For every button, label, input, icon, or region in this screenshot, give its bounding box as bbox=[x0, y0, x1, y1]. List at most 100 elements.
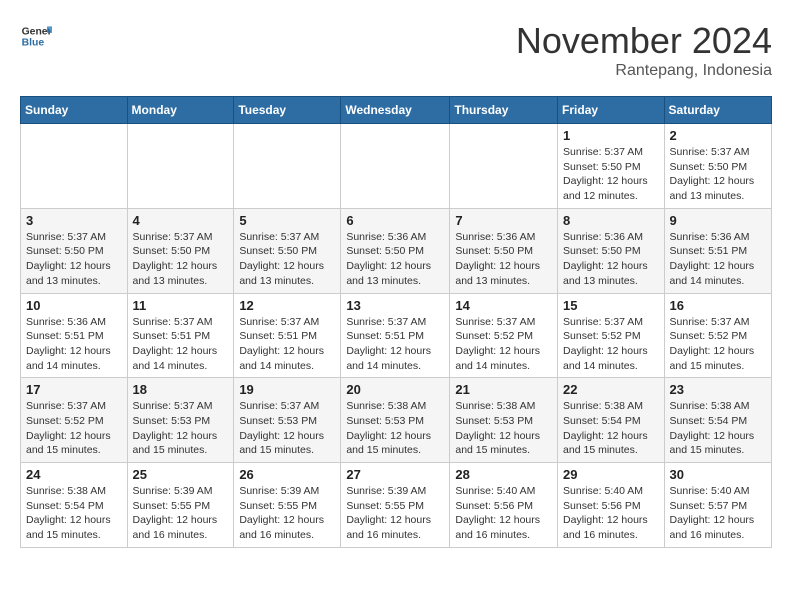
day-info: Sunrise: 5:37 AMSunset: 5:53 PMDaylight:… bbox=[239, 399, 335, 458]
day-number: 18 bbox=[133, 382, 229, 397]
calendar-cell: 30 Sunrise: 5:40 AMSunset: 5:57 PMDayligh… bbox=[664, 463, 771, 548]
calendar-cell: 24 Sunrise: 5:38 AMSunset: 5:54 PMDayligh… bbox=[21, 463, 128, 548]
day-info: Sunrise: 5:37 AMSunset: 5:50 PMDaylight:… bbox=[239, 230, 335, 289]
day-of-week-header: Thursday bbox=[450, 97, 558, 124]
calendar-cell: 2 Sunrise: 5:37 AMSunset: 5:50 PMDaylight… bbox=[664, 124, 771, 209]
day-info: Sunrise: 5:37 AMSunset: 5:50 PMDaylight:… bbox=[26, 230, 122, 289]
calendar-cell bbox=[127, 124, 234, 209]
svg-text:Blue: Blue bbox=[22, 38, 45, 49]
day-number: 13 bbox=[346, 298, 444, 313]
calendar-cell: 7 Sunrise: 5:36 AMSunset: 5:50 PMDaylight… bbox=[450, 208, 558, 293]
day-info: Sunrise: 5:36 AMSunset: 5:51 PMDaylight:… bbox=[26, 315, 122, 374]
calendar-cell bbox=[21, 124, 128, 209]
day-info: Sunrise: 5:38 AMSunset: 5:54 PMDaylight:… bbox=[670, 399, 766, 458]
day-info: Sunrise: 5:37 AMSunset: 5:51 PMDaylight:… bbox=[239, 315, 335, 374]
day-info: Sunrise: 5:36 AMSunset: 5:50 PMDaylight:… bbox=[563, 230, 659, 289]
day-number: 9 bbox=[670, 213, 766, 228]
calendar-cell: 16 Sunrise: 5:37 AMSunset: 5:52 PMDayligh… bbox=[664, 293, 771, 378]
day-number: 19 bbox=[239, 382, 335, 397]
calendar-cell: 26Sunrise: 5:39 AMSunset: 5:55 PMDayligh… bbox=[234, 463, 341, 548]
day-number: 8 bbox=[563, 213, 659, 228]
calendar-cell: 25 Sunrise: 5:39 AMSunset: 5:55 PMDayligh… bbox=[127, 463, 234, 548]
day-number: 28 bbox=[455, 467, 552, 482]
day-number: 16 bbox=[670, 298, 766, 313]
day-info: Sunrise: 5:36 AMSunset: 5:51 PMDaylight:… bbox=[670, 230, 766, 289]
day-info: Sunrise: 5:39 AMSunset: 5:55 PMDaylight:… bbox=[133, 484, 229, 543]
day-number: 2 bbox=[670, 128, 766, 143]
calendar-cell: 13 Sunrise: 5:37 AMSunset: 5:51 PMDayligh… bbox=[341, 293, 450, 378]
calendar-cell: 11 Sunrise: 5:37 AMSunset: 5:51 PMDayligh… bbox=[127, 293, 234, 378]
day-number: 12 bbox=[239, 298, 335, 313]
day-info: Sunrise: 5:36 AMSunset: 5:50 PMDaylight:… bbox=[346, 230, 444, 289]
day-number: 21 bbox=[455, 382, 552, 397]
day-number: 22 bbox=[563, 382, 659, 397]
day-info: Sunrise: 5:38 AMSunset: 5:54 PMDaylight:… bbox=[563, 399, 659, 458]
day-info: Sunrise: 5:37 AMSunset: 5:50 PMDaylight:… bbox=[133, 230, 229, 289]
location: Rantepang, Indonesia bbox=[516, 62, 772, 80]
day-number: 10 bbox=[26, 298, 122, 313]
day-info: Sunrise: 5:37 AMSunset: 5:51 PMDaylight:… bbox=[346, 315, 444, 374]
day-of-week-header: Saturday bbox=[664, 97, 771, 124]
calendar-cell: 21 Sunrise: 5:38 AMSunset: 5:53 PMDayligh… bbox=[450, 378, 558, 463]
month-title: November 2024 bbox=[516, 20, 772, 62]
day-info: Sunrise: 5:37 AMSunset: 5:50 PMDaylight:… bbox=[670, 145, 766, 204]
calendar-cell: 9 Sunrise: 5:36 AMSunset: 5:51 PMDaylight… bbox=[664, 208, 771, 293]
day-number: 20 bbox=[346, 382, 444, 397]
calendar-cell: 6 Sunrise: 5:36 AMSunset: 5:50 PMDaylight… bbox=[341, 208, 450, 293]
logo: General Blue bbox=[20, 20, 52, 52]
day-number: 25 bbox=[133, 467, 229, 482]
day-number: 30 bbox=[670, 467, 766, 482]
day-of-week-header: Sunday bbox=[21, 97, 128, 124]
calendar-cell bbox=[341, 124, 450, 209]
day-info: Sunrise: 5:39 AMSunset: 5:55 PMDaylight:… bbox=[346, 484, 444, 543]
day-info: Sunrise: 5:38 AMSunset: 5:53 PMDaylight:… bbox=[346, 399, 444, 458]
calendar-cell: 14 Sunrise: 5:37 AMSunset: 5:52 PMDayligh… bbox=[450, 293, 558, 378]
day-number: 17 bbox=[26, 382, 122, 397]
day-info: Sunrise: 5:40 AMSunset: 5:56 PMDaylight:… bbox=[563, 484, 659, 543]
day-of-week-header: Wednesday bbox=[341, 97, 450, 124]
calendar-cell: 19 Sunrise: 5:37 AMSunset: 5:53 PMDayligh… bbox=[234, 378, 341, 463]
day-info: Sunrise: 5:37 AMSunset: 5:51 PMDaylight:… bbox=[133, 315, 229, 374]
calendar-cell: 10 Sunrise: 5:36 AMSunset: 5:51 PMDayligh… bbox=[21, 293, 128, 378]
day-info: Sunrise: 5:40 AMSunset: 5:57 PMDaylight:… bbox=[670, 484, 766, 543]
logo-icon: General Blue bbox=[20, 20, 52, 52]
calendar-table: SundayMondayTuesdayWednesdayThursdayFrid… bbox=[20, 96, 772, 548]
day-info: Sunrise: 5:38 AMSunset: 5:53 PMDaylight:… bbox=[455, 399, 552, 458]
calendar-cell: 17 Sunrise: 5:37 AMSunset: 5:52 PMDayligh… bbox=[21, 378, 128, 463]
page-header: General Blue November 2024 Rantepang, In… bbox=[20, 20, 772, 80]
day-number: 7 bbox=[455, 213, 552, 228]
day-of-week-header: Friday bbox=[558, 97, 665, 124]
day-info: Sunrise: 5:40 AMSunset: 5:56 PMDaylight:… bbox=[455, 484, 552, 543]
day-info: Sunrise: 5:38 AMSunset: 5:54 PMDaylight:… bbox=[26, 484, 122, 543]
calendar-cell: 20 Sunrise: 5:38 AMSunset: 5:53 PMDayligh… bbox=[341, 378, 450, 463]
day-number: 15 bbox=[563, 298, 659, 313]
calendar-cell: 15 Sunrise: 5:37 AMSunset: 5:52 PMDayligh… bbox=[558, 293, 665, 378]
calendar-header: SundayMondayTuesdayWednesdayThursdayFrid… bbox=[21, 97, 772, 124]
calendar-cell bbox=[234, 124, 341, 209]
day-info: Sunrise: 5:37 AMSunset: 5:52 PMDaylight:… bbox=[455, 315, 552, 374]
day-info: Sunrise: 5:37 AMSunset: 5:52 PMDaylight:… bbox=[670, 315, 766, 374]
day-info: Sunrise: 5:39 AMSunset: 5:55 PMDaylight:… bbox=[239, 484, 335, 543]
day-number: 27 bbox=[346, 467, 444, 482]
day-number: 4 bbox=[133, 213, 229, 228]
calendar-cell: 27 Sunrise: 5:39 AMSunset: 5:55 PMDayligh… bbox=[341, 463, 450, 548]
day-number: 11 bbox=[133, 298, 229, 313]
calendar-cell: 12 Sunrise: 5:37 AMSunset: 5:51 PMDayligh… bbox=[234, 293, 341, 378]
calendar-cell: 28 Sunrise: 5:40 AMSunset: 5:56 PMDayligh… bbox=[450, 463, 558, 548]
day-number: 23 bbox=[670, 382, 766, 397]
title-section: November 2024 Rantepang, Indonesia bbox=[516, 20, 772, 80]
day-info: Sunrise: 5:37 AMSunset: 5:52 PMDaylight:… bbox=[563, 315, 659, 374]
calendar-cell: 22 Sunrise: 5:38 AMSunset: 5:54 PMDayligh… bbox=[558, 378, 665, 463]
calendar-cell: 4 Sunrise: 5:37 AMSunset: 5:50 PMDaylight… bbox=[127, 208, 234, 293]
day-number: 24 bbox=[26, 467, 122, 482]
day-number: 29 bbox=[563, 467, 659, 482]
calendar-cell: 5Sunrise: 5:37 AMSunset: 5:50 PMDaylight… bbox=[234, 208, 341, 293]
day-info: Sunrise: 5:36 AMSunset: 5:50 PMDaylight:… bbox=[455, 230, 552, 289]
day-number: 6 bbox=[346, 213, 444, 228]
day-of-week-header: Monday bbox=[127, 97, 234, 124]
calendar-cell bbox=[450, 124, 558, 209]
day-info: Sunrise: 5:37 AMSunset: 5:52 PMDaylight:… bbox=[26, 399, 122, 458]
day-number: 14 bbox=[455, 298, 552, 313]
calendar-cell: 18Sunrise: 5:37 AMSunset: 5:53 PMDayligh… bbox=[127, 378, 234, 463]
calendar-cell: 23 Sunrise: 5:38 AMSunset: 5:54 PMDayligh… bbox=[664, 378, 771, 463]
